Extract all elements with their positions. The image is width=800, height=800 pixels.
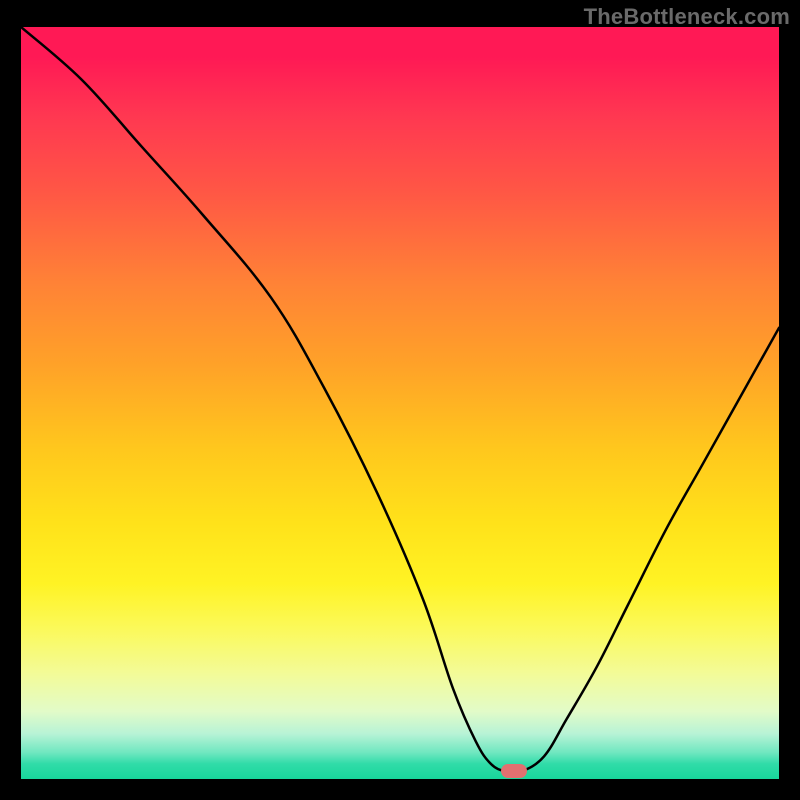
watermark-text: TheBottleneck.com	[584, 4, 790, 30]
bottleneck-curve	[21, 27, 779, 779]
chart-frame: TheBottleneck.com	[0, 0, 800, 800]
optimal-marker	[501, 764, 527, 778]
plot-area	[21, 27, 779, 779]
